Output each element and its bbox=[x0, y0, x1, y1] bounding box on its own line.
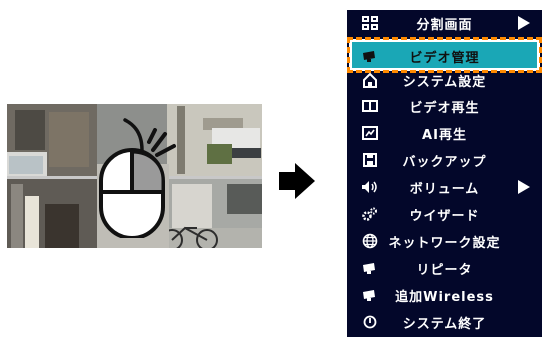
menu-item-backup[interactable]: バックアップ bbox=[347, 147, 542, 173]
menu-item-label: ビデオ管理 bbox=[409, 51, 480, 66]
menu-item-system-settings[interactable]: システム設定 bbox=[347, 67, 542, 93]
menu-item-label: AI再生 bbox=[422, 127, 467, 143]
menu-item-label: ネットワーク設定 bbox=[388, 235, 501, 251]
camera-preview bbox=[7, 104, 262, 248]
submenu-arrow-icon bbox=[518, 180, 530, 194]
playback-icon bbox=[361, 98, 379, 114]
menu-item-label: 追加Wireless bbox=[395, 289, 494, 305]
camera-icon bbox=[361, 48, 379, 64]
menu-item-label: ボリューム bbox=[409, 181, 480, 197]
menu-item-video-management[interactable]: ビデオ管理 bbox=[347, 37, 542, 73]
menu-item-ai-playback[interactable]: AI再生 bbox=[347, 120, 542, 146]
menu-item-video-playback[interactable]: ビデオ再生 bbox=[347, 93, 542, 119]
context-menu: 分割画面 ビデオ管理 システム設定 ビデオ再生 AI再生 バックアップ ボリュー… bbox=[347, 10, 542, 337]
menu-item-split-screen[interactable]: 分割画面 bbox=[347, 10, 542, 36]
menu-item-label: ビデオ再生 bbox=[409, 100, 480, 116]
menu-item-repeater[interactable]: リピータ bbox=[347, 255, 542, 281]
menu-item-label: 分割画面 bbox=[416, 17, 473, 33]
wireless-camera-icon bbox=[361, 287, 379, 303]
save-icon bbox=[361, 152, 379, 168]
repeater-camera-icon bbox=[361, 260, 379, 276]
menu-item-system-shutdown[interactable]: システム終了 bbox=[347, 309, 542, 335]
grid-icon bbox=[361, 15, 379, 31]
click-indicator-icon bbox=[147, 128, 176, 157]
menu-item-wizard[interactable]: ウイザード bbox=[347, 201, 542, 227]
home-icon bbox=[361, 72, 379, 88]
speaker-icon bbox=[361, 179, 379, 195]
menu-item-volume[interactable]: ボリューム bbox=[347, 174, 542, 200]
menu-item-label: システム終了 bbox=[402, 316, 487, 332]
menu-item-label: リピータ bbox=[416, 262, 473, 278]
submenu-arrow-icon bbox=[518, 16, 530, 30]
right-arrow-icon bbox=[279, 163, 315, 199]
menu-item-network-settings[interactable]: ネットワーク設定 bbox=[347, 228, 542, 254]
ai-chart-icon bbox=[361, 125, 379, 141]
globe-icon bbox=[361, 233, 379, 249]
menu-item-label: ウイザード bbox=[409, 208, 480, 224]
wizard-gears-icon bbox=[361, 206, 379, 222]
menu-item-label: システム設定 bbox=[402, 74, 487, 90]
menu-item-label: バックアップ bbox=[402, 154, 487, 170]
menu-item-add-wireless[interactable]: 追加Wireless bbox=[347, 282, 542, 308]
power-icon bbox=[361, 314, 379, 330]
